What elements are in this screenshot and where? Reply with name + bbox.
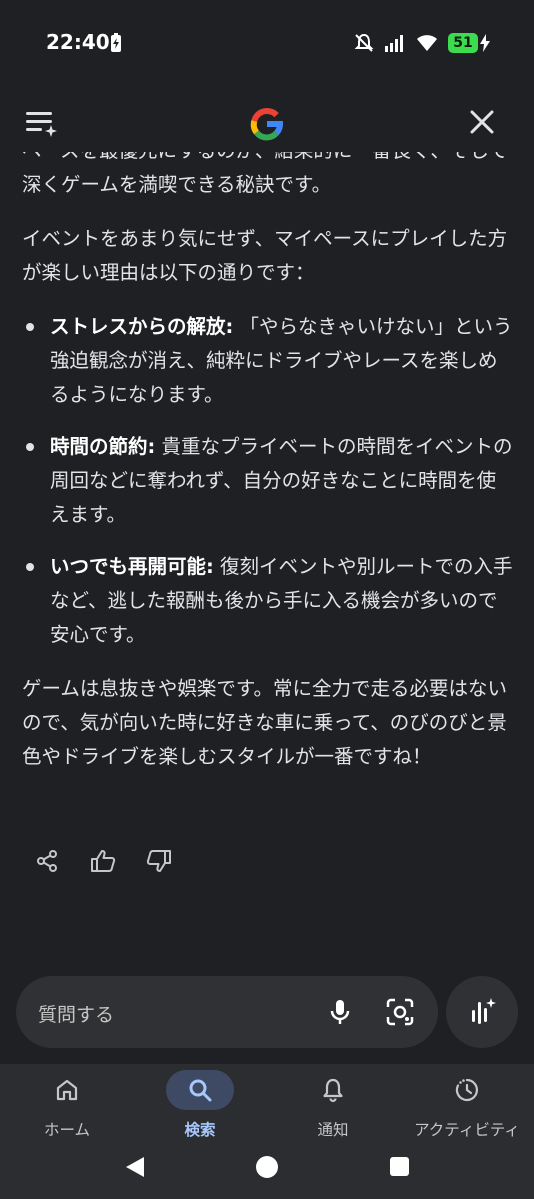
status-time: 22:40 xyxy=(46,30,110,54)
screen: 22:40 51 深くゲームを満喫できる秘訣です。 イベントをあまり気にせず、マ… xyxy=(0,0,534,1199)
google-logo-icon xyxy=(250,107,283,141)
recents-button[interactable] xyxy=(390,1157,409,1176)
signal-icon xyxy=(385,35,403,52)
thumbs-up-icon xyxy=(91,850,116,872)
close-icon[interactable] xyxy=(468,108,496,136)
search-icon xyxy=(189,1079,212,1102)
nav-label: 通知 xyxy=(317,1121,349,1139)
wifi-icon xyxy=(417,35,437,51)
system-nav-bar xyxy=(0,1148,534,1199)
mute-icon xyxy=(354,33,374,52)
nav-item-notifications[interactable]: 通知 xyxy=(266,1064,400,1148)
lens-camera-icon[interactable] xyxy=(384,996,416,1028)
list-item-title: ストレスからの解放: xyxy=(50,315,234,338)
menu-sparkle-icon[interactable] xyxy=(24,108,58,138)
sparkle-waveform-icon xyxy=(472,998,496,1024)
list-item-title: 時間の節約: xyxy=(50,435,156,458)
list-item: 時間の節約: 貴重なプライベートの時間をイベントの周回などに奪われず、自分の好き… xyxy=(22,430,514,532)
mic-icon[interactable] xyxy=(324,996,356,1028)
bell-icon xyxy=(323,1078,343,1103)
app-header xyxy=(0,98,534,152)
nav-label: 検索 xyxy=(184,1121,216,1139)
home-icon xyxy=(56,1079,78,1101)
home-button[interactable] xyxy=(256,1156,278,1178)
intro-paragraph: イベントをあまり気にせず、マイペースにプレイした方が楽しい理由は以下の通りです： xyxy=(22,227,508,284)
nav-label: アクティビティ xyxy=(414,1121,520,1139)
reasons-list: ストレスからの解放: 「やらなきゃいけない」という強迫観念が消え、純粋にドライブ… xyxy=(22,310,514,652)
feedback-row xyxy=(32,846,174,876)
list-item-title: いつでも再開可能: xyxy=(50,555,214,578)
answer-content[interactable]: ペースを最優先にするのが、結果的に一番長く、そして深くゲームを満喫できる秘訣です… xyxy=(0,152,534,832)
nav-item-search[interactable]: 検索 xyxy=(133,1064,267,1148)
bottom-nav: ホーム 検索 通知 アクティビティ xyxy=(0,1064,534,1148)
search-input[interactable]: 質問する xyxy=(16,976,438,1048)
live-voice-button[interactable] xyxy=(446,976,518,1048)
list-item: いつでも再開可能: 復刻イベントや別ルートでの入手など、逃した報酬も後から手に入… xyxy=(22,550,514,652)
activity-icon xyxy=(455,1078,479,1102)
share-button[interactable] xyxy=(32,846,62,876)
nav-icon-wrap xyxy=(33,1070,101,1110)
list-item: ストレスからの解放: 「やらなきゃいけない」という強迫観念が消え、純粋にドライブ… xyxy=(22,310,514,412)
status-bar: 22:40 51 xyxy=(0,0,534,88)
charging-icon xyxy=(480,34,490,52)
battery-level: 51 xyxy=(448,33,478,53)
nav-label: ホーム xyxy=(43,1121,91,1139)
partial-paragraph: ペースを最優先にするのが、結果的に一番長く、そして深くゲームを満喫できる秘訣です… xyxy=(22,152,508,196)
back-icon[interactable] xyxy=(124,1156,146,1178)
nav-icon-wrap xyxy=(433,1070,501,1110)
status-icons: 51 xyxy=(354,30,490,56)
thumbs-down-button[interactable] xyxy=(144,846,174,876)
battery-saver-icon xyxy=(111,33,121,52)
thumbs-up-button[interactable] xyxy=(88,846,118,876)
nav-icon-wrap xyxy=(299,1070,367,1110)
share-icon xyxy=(37,850,57,872)
closing-paragraph: ゲームは息抜きや娯楽です。常に全力で走る必要はないので、気が向いた時に好きな車に… xyxy=(22,677,507,768)
thumbs-down-icon xyxy=(146,850,171,872)
answer-text: ペースを最優先にするのが、結果的に一番長く、そして深くゲームを満喫できる秘訣です… xyxy=(22,152,514,794)
nav-icon-wrap xyxy=(166,1070,234,1110)
nav-item-home[interactable]: ホーム xyxy=(0,1064,134,1148)
search-input-placeholder: 質問する xyxy=(38,1004,115,1026)
nav-item-activity[interactable]: アクティビティ xyxy=(400,1064,534,1148)
